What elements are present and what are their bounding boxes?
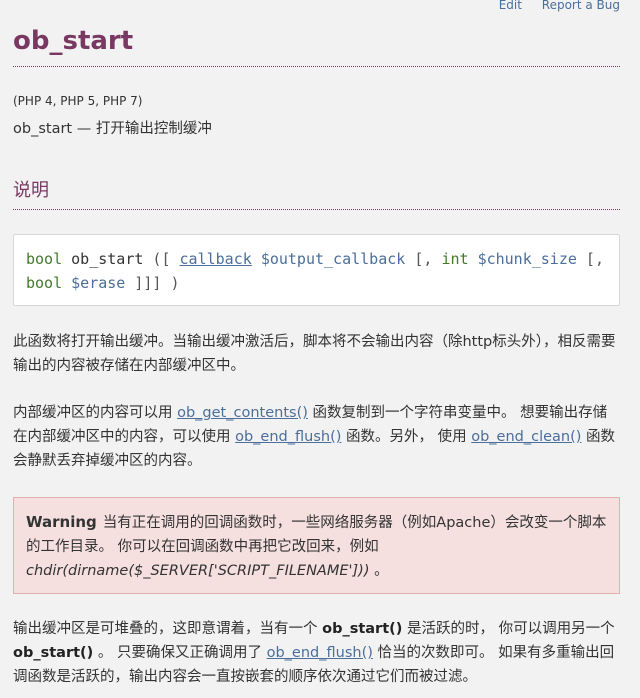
- edit-link[interactable]: Edit: [499, 0, 522, 12]
- warning-title: Warning: [26, 513, 97, 531]
- section-divider: [13, 209, 620, 210]
- page-title: ob_start: [13, 26, 134, 56]
- synopsis-sep-2: [,: [576, 250, 604, 268]
- section-title-description: 说明: [13, 180, 49, 201]
- p4-text-3: 。 只要确保又正确调用了: [93, 645, 267, 661]
- title-divider: [13, 66, 620, 67]
- p2-text-1: 内部缓冲区的内容可以用: [13, 405, 178, 421]
- warning-text-1: 当有正在调用的回调函数时，一些网络服务器（例如Apache）会改变一个脚本的工作…: [26, 515, 607, 555]
- synopsis-close: ]]] ): [125, 274, 180, 292]
- synopsis-sep-1: [,: [405, 250, 442, 268]
- param-chunk-size: $chunk_size: [477, 250, 577, 268]
- report-bug-link[interactable]: Report a Bug: [542, 0, 620, 12]
- function-name: ob_start: [71, 250, 144, 268]
- ob-end-flush-link-2[interactable]: ob_end_flush(): [267, 645, 373, 661]
- ref-purpose: ob_start — 打开输出控制缓冲: [13, 121, 212, 137]
- callback-type-link[interactable]: callback: [180, 250, 252, 268]
- description-paragraph-1: 此函数将打开输出缓冲。当输出缓冲激活后，脚本将不会输出内容（除http标头外），…: [13, 334, 616, 374]
- page: Edit Report a Bug ob_start (PHP 4, PHP 5…: [0, 0, 640, 698]
- description-paragraph-2: 内部缓冲区的内容可以用 ob_get_contents() 函数复制到一个字符串…: [13, 401, 620, 473]
- synopsis-open: ([: [143, 250, 180, 268]
- p4-text-1: 输出缓冲区是可堆叠的，这即意谓着，当有一个: [13, 621, 323, 637]
- version-info: (PHP 4, PHP 5, PHP 7): [13, 94, 143, 108]
- warning-text-2: 。: [369, 563, 389, 579]
- method-synopsis: bool ob_start ([ callback $output_callba…: [13, 234, 620, 306]
- description-paragraph-3: 输出缓冲区是可堆叠的，这即意谓着，当有一个 ob_start() 是活跃的时， …: [13, 617, 620, 689]
- param-type-int: int: [441, 250, 469, 268]
- ob-end-clean-link[interactable]: ob_end_clean(): [471, 429, 581, 445]
- param-output-callback: $output_callback: [260, 250, 406, 268]
- warning-box: Warning 当有正在调用的回调函数时，一些网络服务器（例如Apache）会改变…: [13, 497, 620, 594]
- ob-start-ref-1: ob_start(): [322, 621, 403, 637]
- return-type: bool: [26, 250, 63, 268]
- ob-start-ref-2: ob_start(): [13, 645, 94, 661]
- ob-get-contents-link[interactable]: ob_get_contents(): [177, 405, 308, 421]
- p4-text-2: 是活跃的时， 你可以调用另一个: [402, 621, 615, 637]
- param-type-bool: bool: [26, 274, 63, 292]
- top-links: Edit Report a Bug: [483, 0, 620, 12]
- warning-code: chdir(dirname($_SERVER['SCRIPT_FILENAME'…: [26, 563, 370, 579]
- param-erase: $erase: [71, 274, 126, 292]
- p2-text-3: 函数。另外， 使用: [341, 429, 472, 445]
- ob-end-flush-link[interactable]: ob_end_flush(): [235, 429, 341, 445]
